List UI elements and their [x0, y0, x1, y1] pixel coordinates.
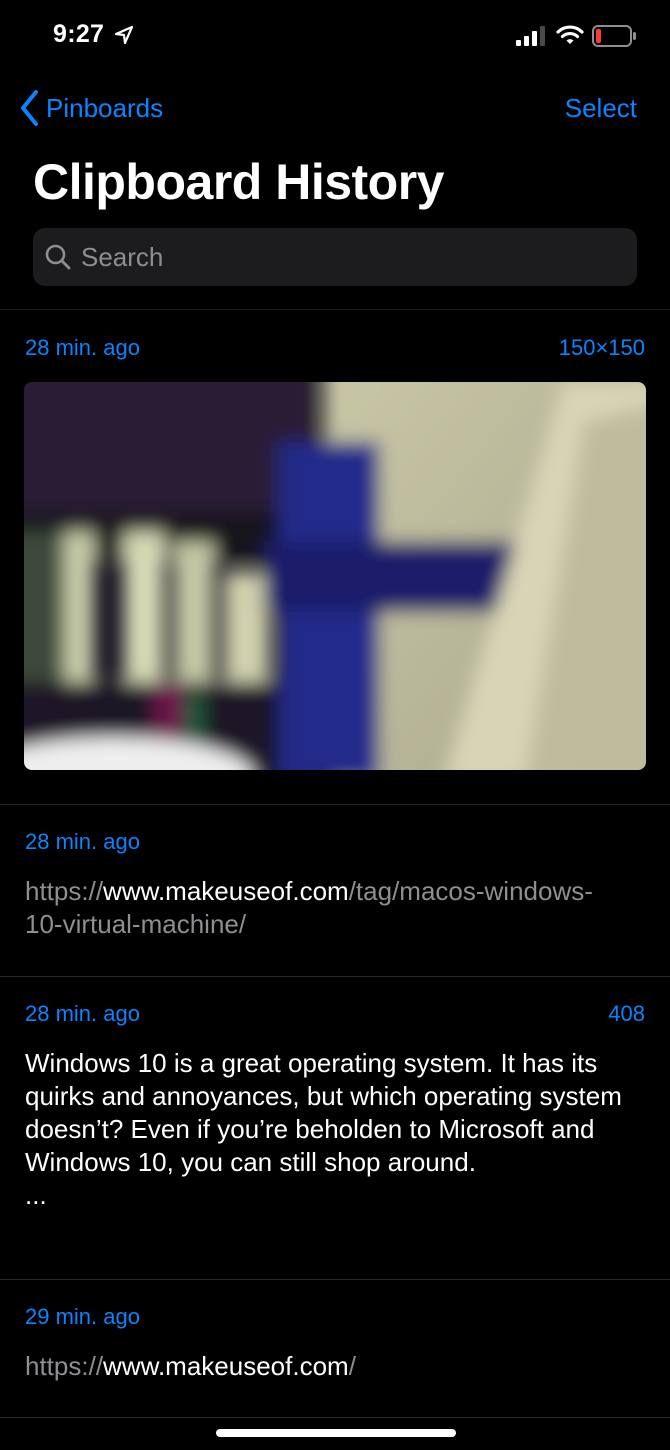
- chevron-left-icon: [21, 90, 38, 126]
- clip-item[interactable]: 28 min. ago 150×150: [0, 310, 670, 805]
- clip-text-body: Windows 10 is a great operating system. …: [25, 1048, 622, 1177]
- clip-item[interactable]: 29 min. ago https://www.makeuseof.com/: [0, 1280, 670, 1418]
- clip-character-count: 408: [608, 1001, 645, 1026]
- url-host: www.makeuseof.com: [103, 1351, 349, 1381]
- clip-timestamp: 28 min. ago: [25, 335, 140, 360]
- back-button-label: Pinboards: [46, 92, 164, 123]
- clip-dimensions: 150×150: [558, 335, 645, 360]
- back-button[interactable]: Pinboards: [18, 88, 163, 128]
- clip-url-text: https://www.makeuseof.com/tag/macos-wind…: [25, 875, 625, 941]
- search-input[interactable]: [81, 241, 621, 273]
- select-button[interactable]: Select: [565, 88, 637, 128]
- battery-low-icon: [592, 25, 636, 47]
- clip-image-preview: [24, 382, 646, 770]
- url-path: /: [348, 1351, 356, 1381]
- url-scheme: https://: [25, 1351, 104, 1381]
- clip-url-text: https://www.makeuseof.com/: [25, 1350, 625, 1383]
- location-arrow-icon: [114, 25, 134, 45]
- clip-text-ellipsis: ...: [25, 1180, 47, 1210]
- clip-timestamp: 28 min. ago: [25, 829, 140, 854]
- wifi-icon: [556, 25, 584, 44]
- clip-timestamp: 28 min. ago: [25, 1001, 140, 1026]
- image-thumbnail: [24, 382, 646, 770]
- search-bar[interactable]: [33, 228, 637, 286]
- clip-text-content: Windows 10 is a great operating system. …: [25, 1047, 645, 1212]
- search-icon: [45, 244, 71, 270]
- url-host: www.makeuseof.com: [103, 876, 349, 906]
- status-bar: 9:27: [0, 0, 670, 72]
- clip-item[interactable]: 28 min. ago https://www.makeuseof.com/ta…: [0, 805, 670, 977]
- status-time: 9:27: [53, 20, 105, 48]
- home-indicator[interactable]: [216, 1429, 456, 1437]
- url-scheme: https://: [25, 876, 104, 906]
- clip-timestamp: 29 min. ago: [25, 1304, 140, 1329]
- clip-item[interactable]: 28 min. ago 408 Windows 10 is a great op…: [0, 977, 670, 1280]
- page-title: Clipboard History: [33, 154, 444, 210]
- cellular-signal-icon: [516, 26, 545, 46]
